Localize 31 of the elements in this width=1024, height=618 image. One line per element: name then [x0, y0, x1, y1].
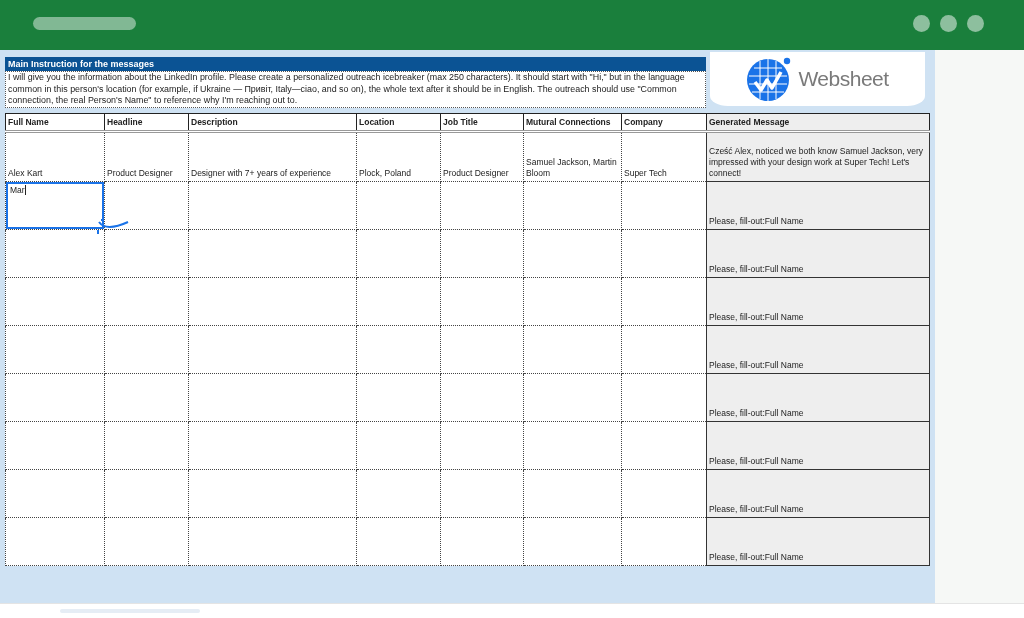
- generated-message: Please, fill-out:Full Name: [709, 552, 804, 562]
- column-header: Full Name: [5, 113, 105, 132]
- column-header: Location: [356, 113, 441, 132]
- generated-message: Cześć Alex, noticed we both know Samuel Jackson, very impressed with your design work at Super Tech! Let's connect!: [709, 146, 924, 178]
- instruction-title: Main Instruction for the messages: [5, 57, 706, 71]
- column-header: Description: [188, 113, 357, 132]
- generated-message: Please, fill-out:Full Name: [709, 360, 804, 370]
- logo-text: Websheet: [798, 67, 889, 91]
- cell-text: Designer with 7+ years of experience: [191, 168, 332, 178]
- column-header: Job Title: [440, 113, 524, 132]
- window-dot-icon[interactable]: [940, 14, 957, 32]
- generated-message: Please, fill-out:Full Name: [709, 456, 804, 466]
- window-dot-icon[interactable]: [967, 14, 984, 32]
- generated-message: Please, fill-out:Full Name: [709, 216, 804, 226]
- instruction-text: I will give you the information about the LinkedIn profile. Please create a personalized outreach icebreaker (max 250 characters). It should start with "Hi," but in the language common in this person's location (for example, if Ukraine — Привіт, Italy—ciao, and so on), the whole text after it should be in English. The outreach should use "Common connection, the real Person's Name" to reference why I'm reaching out to.: [5, 71, 706, 108]
- column-header: Headline: [104, 113, 189, 132]
- column-header: Generated Message: [706, 113, 930, 132]
- cell-text: Product Designer: [443, 168, 509, 178]
- window-dot-icon[interactable]: [913, 14, 930, 32]
- cell-editor[interactable]: Mar: [6, 182, 104, 229]
- cell-text: Plock, Poland: [359, 168, 411, 178]
- cell-text: Product Designer: [107, 168, 173, 178]
- cell-text: Alex Kart: [8, 168, 43, 178]
- cell-text: Samuel Jackson, Martin Bloom: [526, 157, 617, 178]
- generated-message: Please, fill-out:Full Name: [709, 504, 804, 514]
- generated-message: Please, fill-out:Full Name: [709, 312, 804, 322]
- generated-message: Please, fill-out:Full Name: [709, 264, 804, 274]
- cell-text: Super Tech: [624, 168, 667, 178]
- column-header: Mutural Connections: [523, 113, 622, 132]
- column-header: Company: [621, 113, 707, 132]
- generated-message: Please, fill-out:Full Name: [709, 408, 804, 418]
